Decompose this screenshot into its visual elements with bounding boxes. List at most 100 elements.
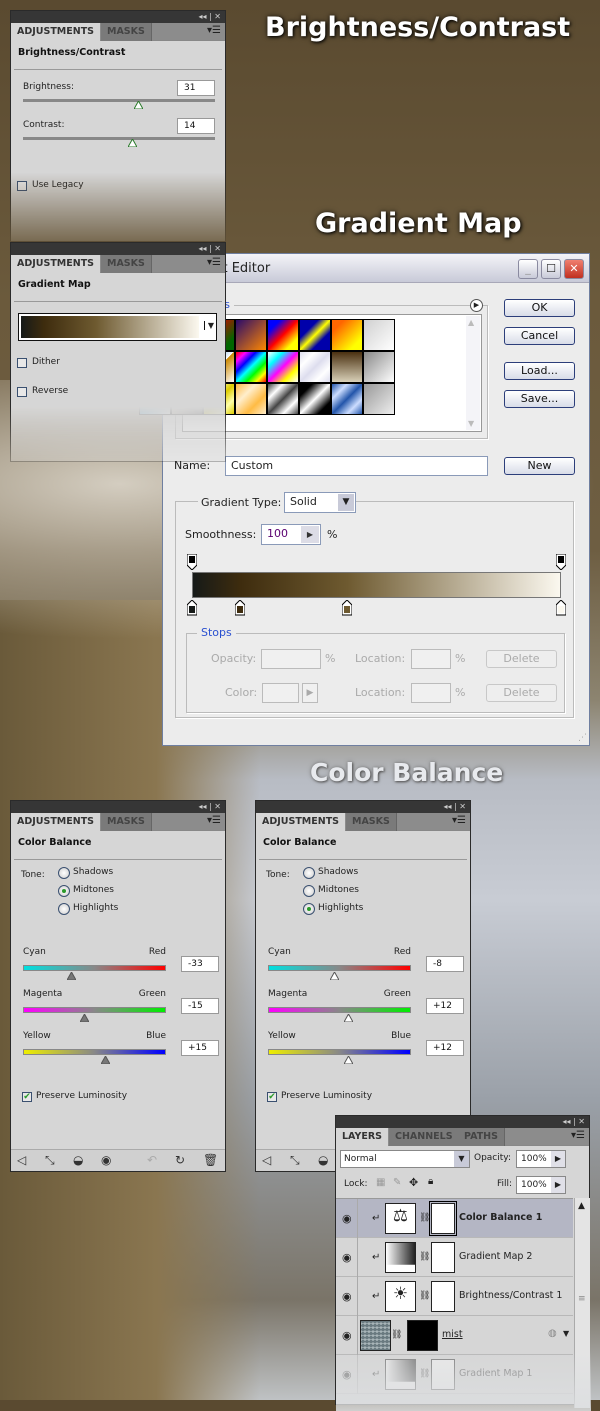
color-slider-thumb[interactable] bbox=[101, 1056, 111, 1064]
layer-row[interactable]: ◉ ↵ ⛓︎ Gradient Map 2 bbox=[336, 1238, 573, 1277]
tab-adjustments[interactable]: ADJUSTMENTS bbox=[11, 255, 101, 273]
brightness-input[interactable]: 31 bbox=[177, 80, 215, 96]
color-slider-thumb[interactable] bbox=[344, 1014, 354, 1022]
gradient-preset-swatch[interactable] bbox=[235, 351, 267, 383]
visibility-eye-icon[interactable]: ◉ bbox=[342, 1329, 352, 1342]
stop-color-swatch[interactable] bbox=[262, 683, 299, 703]
collapse-close-icon[interactable]: ◂◂ | ✕ bbox=[198, 243, 221, 255]
color-slider-yellow-blue[interactable] bbox=[23, 1049, 166, 1055]
gradient-preset-swatch[interactable] bbox=[235, 319, 267, 351]
preserve-luminosity-checkbox[interactable]: ✔ bbox=[22, 1092, 32, 1102]
close-button[interactable]: ✕ bbox=[564, 259, 584, 279]
preserve-luminosity-checkbox[interactable]: ✔ bbox=[267, 1092, 277, 1102]
stop-opacity-input[interactable] bbox=[261, 649, 321, 669]
layer-row[interactable]: ◉ ↵ ⚖ ⛓︎ Color Balance 1 bbox=[336, 1199, 573, 1238]
opacity-stop-1[interactable] bbox=[555, 553, 567, 571]
gradient-preset-swatch[interactable] bbox=[299, 383, 331, 415]
contrast-slider-thumb[interactable] bbox=[128, 139, 137, 147]
layer-name[interactable]: Brightness/Contrast 1 bbox=[459, 1290, 562, 1301]
visibility-eye-icon[interactable]: ◉ bbox=[101, 1153, 111, 1167]
tab-adjustments[interactable]: ADJUSTMENTS bbox=[11, 23, 101, 41]
gradient-preset-swatch[interactable] bbox=[267, 351, 299, 383]
tab-layers[interactable]: LAYERS bbox=[336, 1128, 389, 1146]
reverse-checkbox[interactable] bbox=[17, 387, 27, 397]
gradient-type-select[interactable]: Solid ▼ bbox=[284, 492, 356, 513]
color-stop-1[interactable] bbox=[234, 599, 246, 616]
tab-adjustments[interactable]: ADJUSTMENTS bbox=[11, 813, 101, 831]
tone-radio-highlights[interactable] bbox=[303, 903, 315, 915]
layer-row[interactable]: ◉ ⛓︎ mist ◍ ▼ bbox=[336, 1316, 573, 1355]
gradient-swatch[interactable] bbox=[21, 316, 199, 338]
tab-paths[interactable]: PATHS bbox=[458, 1128, 505, 1146]
color-slider-magenta-green[interactable] bbox=[268, 1007, 411, 1013]
color-slider-value-input[interactable]: -15 bbox=[181, 998, 219, 1014]
maximize-button[interactable]: ☐ bbox=[541, 259, 561, 279]
stop-color-arrow-icon[interactable]: ▶ bbox=[302, 683, 318, 703]
collapse-close-icon[interactable]: ◂◂ | ✕ bbox=[198, 11, 221, 23]
color-slider-thumb[interactable] bbox=[66, 972, 76, 980]
panel-menu-icon[interactable]: ▾☰ bbox=[207, 815, 221, 826]
color-stop-3[interactable] bbox=[555, 599, 567, 616]
visibility-eye-icon[interactable]: ◉ bbox=[342, 1212, 352, 1225]
color-stop-0[interactable] bbox=[186, 599, 198, 616]
presets-menu-icon[interactable]: ▶ bbox=[470, 299, 483, 312]
color-slider-value-input[interactable]: -33 bbox=[181, 956, 219, 972]
smoothness-input[interactable]: 100 ▶ bbox=[261, 524, 321, 545]
color-stop-2[interactable] bbox=[341, 599, 353, 616]
lock-position-move-icon[interactable]: ✥ bbox=[409, 1176, 418, 1189]
use-legacy-checkbox[interactable] bbox=[17, 181, 27, 191]
layer-name[interactable]: Gradient Map 2 bbox=[459, 1251, 532, 1262]
panel-menu-icon[interactable]: ▾☰ bbox=[207, 25, 221, 36]
opacity-arrow-icon[interactable]: ▶ bbox=[551, 1151, 565, 1167]
ok-button[interactable]: OK bbox=[504, 299, 575, 317]
gradient-preset-swatch[interactable] bbox=[235, 383, 267, 415]
color-slider-value-input[interactable]: +12 bbox=[426, 998, 464, 1014]
gradient-picker[interactable]: ▼ bbox=[18, 313, 217, 341]
collapse-close-icon[interactable]: ◂◂ | ✕ bbox=[198, 801, 221, 813]
expand-arrow-icon[interactable]: ▼ bbox=[563, 1329, 569, 1338]
minimize-button[interactable]: _ bbox=[518, 259, 538, 279]
lock-transparency-icon[interactable]: ▦ bbox=[376, 1177, 385, 1188]
tone-radio-midtones[interactable] bbox=[303, 885, 315, 897]
gradient-preset-swatch[interactable] bbox=[363, 319, 395, 351]
tab-masks[interactable]: MASKS bbox=[101, 23, 152, 41]
tab-masks[interactable]: MASKS bbox=[101, 813, 152, 831]
blend-mode-select[interactable]: Normal ▼ bbox=[340, 1150, 470, 1168]
color-slider-yellow-blue[interactable] bbox=[268, 1049, 411, 1055]
gradient-preset-swatch[interactable] bbox=[363, 351, 395, 383]
link-icon[interactable]: ⛓︎ bbox=[419, 1252, 430, 1262]
visibility-eye-icon[interactable]: ◉ bbox=[342, 1290, 352, 1303]
gradient-preset-swatch[interactable] bbox=[331, 383, 363, 415]
layer-style-icon[interactable]: ◍ bbox=[548, 1328, 557, 1339]
collapse-close-icon[interactable]: ◂◂ | ✕ bbox=[443, 801, 466, 813]
layer-name[interactable]: Color Balance 1 bbox=[459, 1212, 542, 1223]
brightness-slider[interactable] bbox=[23, 99, 215, 102]
tone-radio-highlights[interactable] bbox=[58, 903, 70, 915]
back-arrow-icon[interactable]: ◁ bbox=[262, 1153, 271, 1167]
link-icon[interactable]: ⛓︎ bbox=[419, 1291, 430, 1301]
gradient-preset-swatch[interactable] bbox=[299, 351, 331, 383]
save-button[interactable]: Save... bbox=[504, 390, 575, 408]
trash-icon[interactable]: 🗑︎ bbox=[203, 1153, 218, 1167]
name-input[interactable]: Custom bbox=[225, 456, 488, 476]
gradient-preview-bar[interactable] bbox=[192, 572, 561, 598]
tab-masks[interactable]: MASKS bbox=[101, 255, 152, 273]
previous-state-icon[interactable]: ↶ bbox=[147, 1153, 157, 1167]
tab-masks[interactable]: MASKS bbox=[346, 813, 397, 831]
gradient-preset-swatch[interactable] bbox=[331, 319, 363, 351]
tone-radio-midtones[interactable] bbox=[58, 885, 70, 897]
contrast-input[interactable]: 14 bbox=[177, 118, 215, 134]
lock-all-icon[interactable]: 🔒︎ bbox=[428, 1176, 433, 1187]
tone-radio-shadows[interactable] bbox=[303, 867, 315, 879]
tab-channels[interactable]: CHANNELS bbox=[389, 1128, 460, 1146]
panel-menu-icon[interactable]: ▾☰ bbox=[207, 257, 221, 268]
presets-scrollbar[interactable]: ▲ ▼ bbox=[466, 316, 480, 430]
color-location-input[interactable] bbox=[411, 683, 451, 703]
collapse-close-icon[interactable]: ◂◂ | ✕ bbox=[562, 1116, 585, 1128]
opacity-location-input[interactable] bbox=[411, 649, 451, 669]
brightness-slider-thumb[interactable] bbox=[134, 101, 143, 109]
visibility-eye-icon[interactable]: ◉ bbox=[342, 1251, 352, 1264]
color-slider-magenta-green[interactable] bbox=[23, 1007, 166, 1013]
expand-view-icon[interactable]: ⤡ bbox=[290, 1153, 300, 1168]
tone-radio-shadows[interactable] bbox=[58, 867, 70, 879]
